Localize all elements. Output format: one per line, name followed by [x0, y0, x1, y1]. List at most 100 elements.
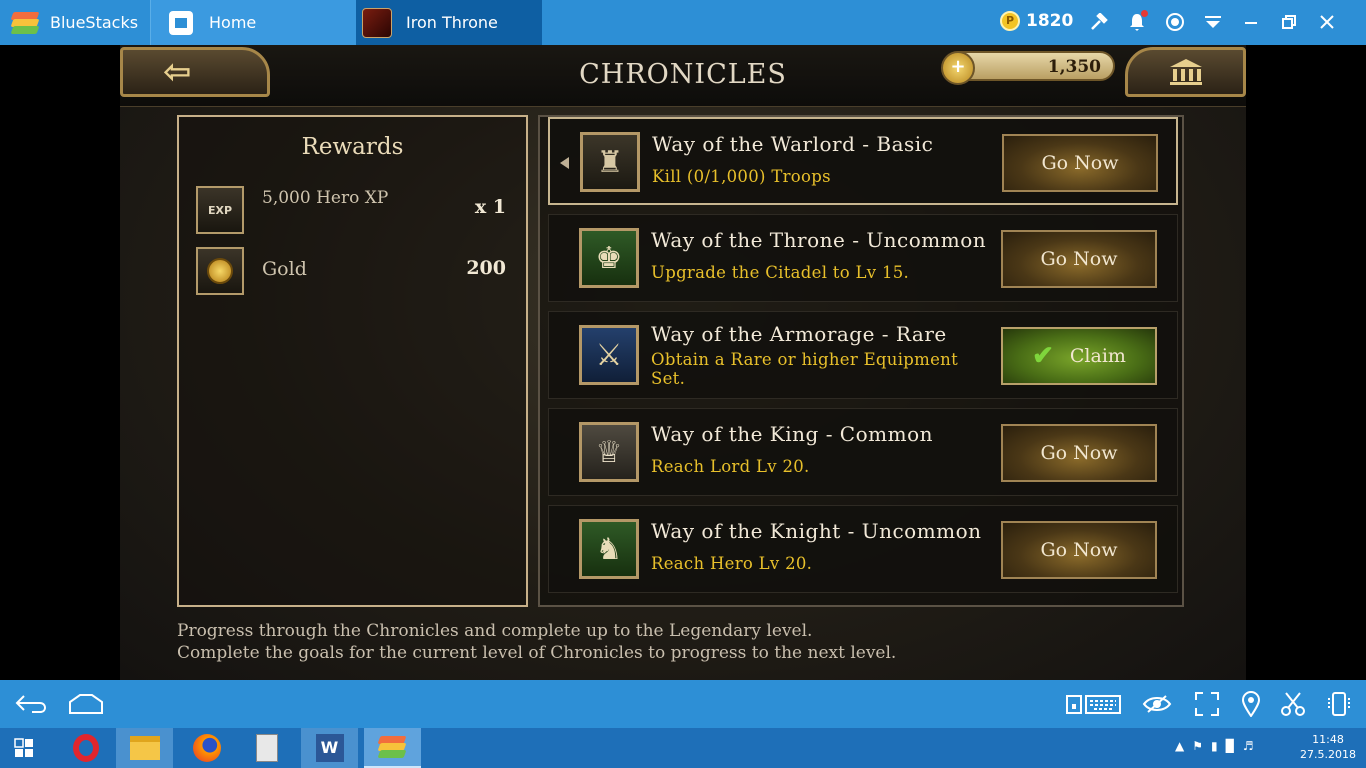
- gold-balance[interactable]: + 1,350: [941, 51, 1115, 85]
- minimize-icon[interactable]: [1232, 10, 1270, 34]
- quest-list[interactable]: ♜ Way of the Warlord - Basic Kill (0/1,0…: [538, 115, 1184, 607]
- bluestacks-logo-icon: [10, 10, 40, 36]
- keyboard-icon[interactable]: [1064, 692, 1124, 716]
- top-bar: ⇦ CHRONICLES + 1,350: [120, 45, 1246, 107]
- taskbar-calculator[interactable]: [238, 728, 295, 768]
- windows-start-icon: [14, 738, 33, 757]
- rotate-phone-icon[interactable]: [1322, 692, 1356, 716]
- quest-desc: Obtain a Rare or higher Equipment Set.: [651, 350, 959, 388]
- tray-flag-icon[interactable]: ⚑: [1192, 739, 1203, 753]
- taskbar-bluestacks[interactable]: [364, 728, 421, 768]
- exp-helmet-icon: EXP: [196, 186, 244, 234]
- checkmark-icon: ✔: [1032, 341, 1054, 371]
- quest-desc: Reach Hero Lv 20.: [651, 554, 813, 573]
- go-now-button[interactable]: Go Now: [1001, 230, 1157, 288]
- fullscreen-icon[interactable]: [1190, 692, 1224, 716]
- windows-taskbar: W ▲ ⚑ ▮ ▉ ♬ 11:48 27.5.2018: [0, 728, 1366, 768]
- reward-qty: 200: [466, 257, 506, 279]
- rewards-panel: Rewards EXP 5,000 Hero XP x 1 Gold 200: [177, 115, 528, 607]
- eye-icon[interactable]: [1140, 692, 1174, 716]
- reward-qty: x 1: [474, 196, 506, 218]
- clock-date: 27.5.2018: [1300, 748, 1356, 761]
- chronicles-screen: ⇦ CHRONICLES + 1,350 Rewards EXP 5,000 H…: [120, 45, 1246, 680]
- knight-helmet-icon: ♜: [580, 132, 640, 192]
- quest-row[interactable]: ♜ Way of the Warlord - Basic Kill (0/1,0…: [548, 117, 1178, 205]
- bank-icon: [1169, 59, 1202, 85]
- scissors-icon[interactable]: [1276, 692, 1310, 716]
- go-now-button[interactable]: Go Now: [1002, 134, 1158, 192]
- quest-title: Way of the Knight - Uncommon: [651, 519, 982, 543]
- app-name: BlueStacks: [50, 13, 139, 32]
- quest-title: Way of the Warlord - Basic: [652, 132, 934, 156]
- quest-desc: Upgrade the Citadel to Lv 15.: [651, 263, 910, 282]
- quest-row[interactable]: ⚔ Way of the Armorage - Rare Obtain a Ra…: [548, 311, 1178, 399]
- bank-button[interactable]: [1125, 47, 1246, 97]
- reward-name: Gold: [262, 258, 307, 280]
- coin-count: 1820: [1026, 11, 1074, 31]
- throne-icon: ♚: [579, 228, 639, 288]
- add-gold-icon[interactable]: +: [941, 51, 975, 85]
- go-now-button[interactable]: Go Now: [1001, 521, 1157, 579]
- home-button-icon[interactable]: [66, 692, 106, 716]
- quest-desc: Reach Lord Lv 20.: [651, 457, 810, 476]
- android-nav-bar: [0, 680, 1366, 728]
- tray-volume-icon[interactable]: ♬: [1243, 739, 1254, 753]
- tab-game-label: Iron Throne: [406, 13, 498, 32]
- bluestacks-taskbar-icon: [377, 734, 407, 760]
- notification-bell-icon[interactable]: [1118, 10, 1156, 34]
- chronicles-description: Progress through the Chronicles and comp…: [177, 620, 896, 664]
- taskbar-file-explorer[interactable]: [116, 728, 173, 768]
- taskbar-opera[interactable]: [57, 728, 114, 768]
- folder-icon: [129, 736, 160, 760]
- description-line: Complete the goals for the current level…: [177, 643, 897, 663]
- system-tray: ▲ ⚑ ▮ ▉ ♬: [1175, 739, 1254, 753]
- hammer-icon[interactable]: [1080, 10, 1118, 34]
- tab-iron-throne[interactable]: Iron Throne: [356, 0, 542, 45]
- word-icon: W: [315, 734, 344, 762]
- start-button[interactable]: [0, 728, 48, 768]
- quest-desc: Kill (0/1,000) Troops: [652, 167, 831, 186]
- taskbar-firefox[interactable]: [178, 728, 235, 768]
- bluestacks-titlebar: BlueStacks Home Iron Throne P 1820: [0, 0, 1366, 45]
- back-icon[interactable]: [12, 692, 52, 716]
- calculator-icon: [255, 734, 278, 762]
- opera-icon: [72, 734, 99, 762]
- restore-icon[interactable]: [1270, 10, 1308, 34]
- home-icon: [169, 10, 193, 35]
- bluestacks-tab[interactable]: BlueStacks: [0, 0, 150, 45]
- account-icon[interactable]: [1156, 10, 1194, 34]
- reward-item: Gold 200: [196, 247, 506, 297]
- knight-head-icon: ♞: [579, 519, 639, 579]
- gold-amount: 1,350: [1047, 57, 1101, 77]
- clock-time: 11:48: [1312, 733, 1344, 746]
- location-icon[interactable]: [1234, 691, 1268, 717]
- tab-home[interactable]: Home: [150, 0, 360, 45]
- coin-balance[interactable]: P 1820: [1000, 11, 1073, 31]
- sword-shield-icon: ⚔: [579, 325, 639, 385]
- tab-home-label: Home: [209, 13, 257, 32]
- reward-item: EXP 5,000 Hero XP x 1: [196, 186, 506, 236]
- claim-button[interactable]: ✔ Claim: [1001, 327, 1157, 385]
- quest-title: Way of the Armorage - Rare: [651, 322, 947, 346]
- go-now-button[interactable]: Go Now: [1001, 424, 1157, 482]
- quest-row[interactable]: ♞ Way of the Knight - Uncommon Reach Her…: [548, 505, 1178, 593]
- reward-name: 5,000 Hero XP: [262, 188, 389, 208]
- tray-network-icon[interactable]: ▉: [1226, 739, 1235, 753]
- coin-icon: P: [1000, 11, 1020, 31]
- quest-row[interactable]: ♚ Way of the Throne - Uncommon Upgrade t…: [548, 214, 1178, 302]
- quest-title: Way of the King - Common: [651, 422, 933, 446]
- crown-icon: ♕: [579, 422, 639, 482]
- quest-row[interactable]: ♕ Way of the King - Common Reach Lord Lv…: [548, 408, 1178, 496]
- menu-dropdown-icon[interactable]: [1194, 10, 1232, 34]
- description-line: Progress through the Chronicles and comp…: [177, 621, 813, 641]
- selected-arrow-icon: [560, 157, 569, 169]
- taskbar-clock[interactable]: 11:48 27.5.2018: [1296, 732, 1360, 762]
- iron-throne-app-icon: [362, 7, 392, 38]
- tray-battery-icon[interactable]: ▮: [1211, 739, 1218, 753]
- tray-expand-icon[interactable]: ▲: [1175, 739, 1184, 753]
- taskbar-word[interactable]: W: [301, 728, 358, 768]
- rewards-title: Rewards: [301, 134, 404, 160]
- quest-title: Way of the Throne - Uncommon: [651, 228, 987, 252]
- close-icon[interactable]: [1308, 10, 1346, 34]
- gold-coin-icon: [196, 247, 244, 295]
